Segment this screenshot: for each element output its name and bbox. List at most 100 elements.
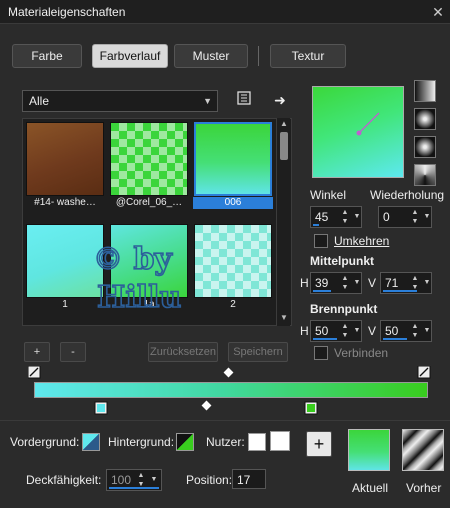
library-scrollbar[interactable]: ▲ ▼	[276, 118, 290, 326]
angle-slider-bar	[313, 224, 319, 226]
swatch-caption: 006	[193, 197, 273, 209]
repeat-label: Wiederholung	[370, 188, 445, 202]
link-label: Verbinden	[334, 346, 389, 360]
midpoint-v-label: V	[368, 276, 377, 290]
link-checkbox[interactable]	[314, 346, 328, 360]
scroll-up-icon[interactable]: ▲	[277, 118, 291, 130]
midpoint-h-value: 39	[315, 276, 329, 290]
chevron-down-icon[interactable]: ▼	[422, 208, 432, 226]
current-swatch[interactable]	[348, 429, 390, 471]
save-button[interactable]: Speichern	[228, 342, 288, 362]
angle-label: Winkel	[310, 188, 347, 202]
spin-arrows-icon[interactable]: ▲ ▼	[339, 322, 351, 340]
previous-label: Vorher	[406, 481, 442, 495]
focus-v-label: V	[368, 324, 377, 338]
reverse-checkbox[interactable]	[314, 234, 328, 248]
position-field[interactable]: 17	[232, 469, 266, 489]
previous-swatch[interactable]	[402, 429, 444, 471]
tab-textur[interactable]: Textur	[270, 44, 346, 68]
chevron-down-icon[interactable]: ▼	[352, 274, 362, 292]
current-label: Aktuell	[352, 481, 389, 495]
focus-h-spinner[interactable]: 50 ▲ ▼ ▼	[310, 320, 362, 342]
remove-button[interactable]: -	[60, 342, 86, 362]
midpoint-v-bar	[383, 290, 417, 292]
swatch-item[interactable]: #14- washe…	[25, 121, 105, 209]
position-label: Position:	[186, 473, 233, 487]
user-color-box[interactable]	[270, 431, 290, 451]
swatch-thumb	[110, 122, 188, 196]
spin-arrows-icon[interactable]: ▲ ▼	[409, 208, 421, 226]
user-label: Nutzer:	[206, 435, 245, 449]
svg-text:© by: © by	[93, 242, 173, 277]
arrow-right-icon[interactable]: ➜	[270, 90, 290, 110]
gradient-preview[interactable]	[312, 86, 404, 178]
repeat-spinner[interactable]: 0 ▲ ▼ ▼	[378, 206, 432, 228]
position-value: 17	[237, 473, 251, 487]
chevron-down-icon[interactable]: ▼	[352, 208, 362, 226]
spin-arrows-icon[interactable]: ▲ ▼	[339, 208, 351, 226]
foreground-swatch[interactable]	[82, 433, 100, 451]
radial-style-icon[interactable]	[414, 136, 436, 158]
midpoint-h-spinner[interactable]: 39 ▲ ▼ ▼	[310, 272, 362, 294]
chevron-down-icon[interactable]: ▼	[422, 274, 432, 292]
user-swatch[interactable]	[248, 433, 266, 451]
chevron-down-icon[interactable]: ▼	[422, 322, 432, 340]
tab-separator	[258, 46, 259, 66]
add-swatch-button[interactable]: +	[306, 431, 332, 457]
tab-farbe[interactable]: Farbe	[12, 44, 82, 68]
background-label: Hintergrund:	[108, 435, 175, 449]
focus-h-label: H	[300, 324, 309, 338]
swatch-caption: @Corel_06_…	[115, 197, 183, 208]
window-title: Materialeigenschaften	[8, 5, 126, 19]
opacity-spinner[interactable]: 100 ▲ ▼ ▼	[106, 469, 162, 491]
focus-v-spinner[interactable]: 50 ▲ ▼ ▼	[380, 320, 432, 342]
angle-spinner[interactable]: 45 ▲ ▼ ▼	[310, 206, 362, 228]
swatch-item-selected[interactable]: 006	[193, 121, 273, 209]
midpoint-h-bar	[313, 290, 331, 292]
sunburst-style-icon[interactable]	[414, 164, 436, 186]
midpoint-v-spinner[interactable]: 71 ▲ ▼ ▼	[380, 272, 432, 294]
midpoint-h-label: H	[300, 276, 309, 290]
focus-v-value: 50	[385, 324, 399, 338]
opacity-bar	[109, 487, 159, 489]
focus-v-bar	[383, 338, 407, 340]
tab-muster[interactable]: Muster	[174, 44, 248, 68]
gradient-library: #14- washe… @Corel_06_… 006 1 1a 2 © by …	[22, 118, 292, 326]
focus-h-value: 50	[315, 324, 329, 338]
gradient-editor[interactable]	[28, 366, 434, 418]
category-dropdown[interactable]: Alle ▼	[22, 90, 218, 112]
add-button[interactable]: +	[24, 342, 50, 362]
reset-button[interactable]: Zurücksetzen	[148, 342, 218, 362]
watermark: © by Hillu	[92, 241, 182, 316]
swatch-thumb	[194, 122, 272, 196]
scroll-thumb[interactable]	[280, 132, 288, 160]
close-icon[interactable]: ✕	[428, 2, 448, 22]
scroll-down-icon[interactable]: ▼	[277, 312, 291, 324]
swatch-item[interactable]: @Corel_06_…	[109, 121, 189, 209]
swatch-thumb	[26, 122, 104, 196]
chevron-down-icon: ▼	[203, 96, 212, 106]
spin-arrows-icon[interactable]: ▲ ▼	[339, 274, 351, 292]
reverse-label: Umkehren	[334, 234, 390, 248]
gradient-bar[interactable]	[34, 382, 428, 398]
chevron-down-icon[interactable]: ▼	[352, 322, 362, 340]
rectangular-style-icon[interactable]	[414, 108, 436, 130]
opacity-value: 100	[111, 473, 132, 487]
background-swatch[interactable]	[176, 433, 194, 451]
foreground-label: Vordergrund:	[10, 435, 80, 449]
repeat-value: 0	[383, 210, 390, 224]
linear-style-icon[interactable]	[414, 80, 436, 102]
focus-label: Brennpunkt	[310, 302, 378, 316]
midpoint-label: Mittelpunkt	[310, 254, 374, 268]
focus-h-bar	[313, 338, 337, 340]
angle-value: 45	[315, 210, 329, 224]
opacity-label: Deckfähigkeit:	[26, 473, 102, 487]
library-list-icon[interactable]	[234, 90, 254, 110]
swatch-caption: #14- washe…	[34, 197, 96, 208]
angle-handle[interactable]	[313, 87, 405, 179]
svg-text:Hillu: Hillu	[97, 280, 181, 315]
tab-farbverlauf[interactable]: Farbverlauf	[92, 44, 168, 68]
spin-arrows-icon[interactable]: ▲ ▼	[409, 322, 421, 340]
category-dropdown-value: Alle	[29, 94, 50, 108]
title-bar: Materialeigenschaften ✕	[0, 0, 450, 24]
